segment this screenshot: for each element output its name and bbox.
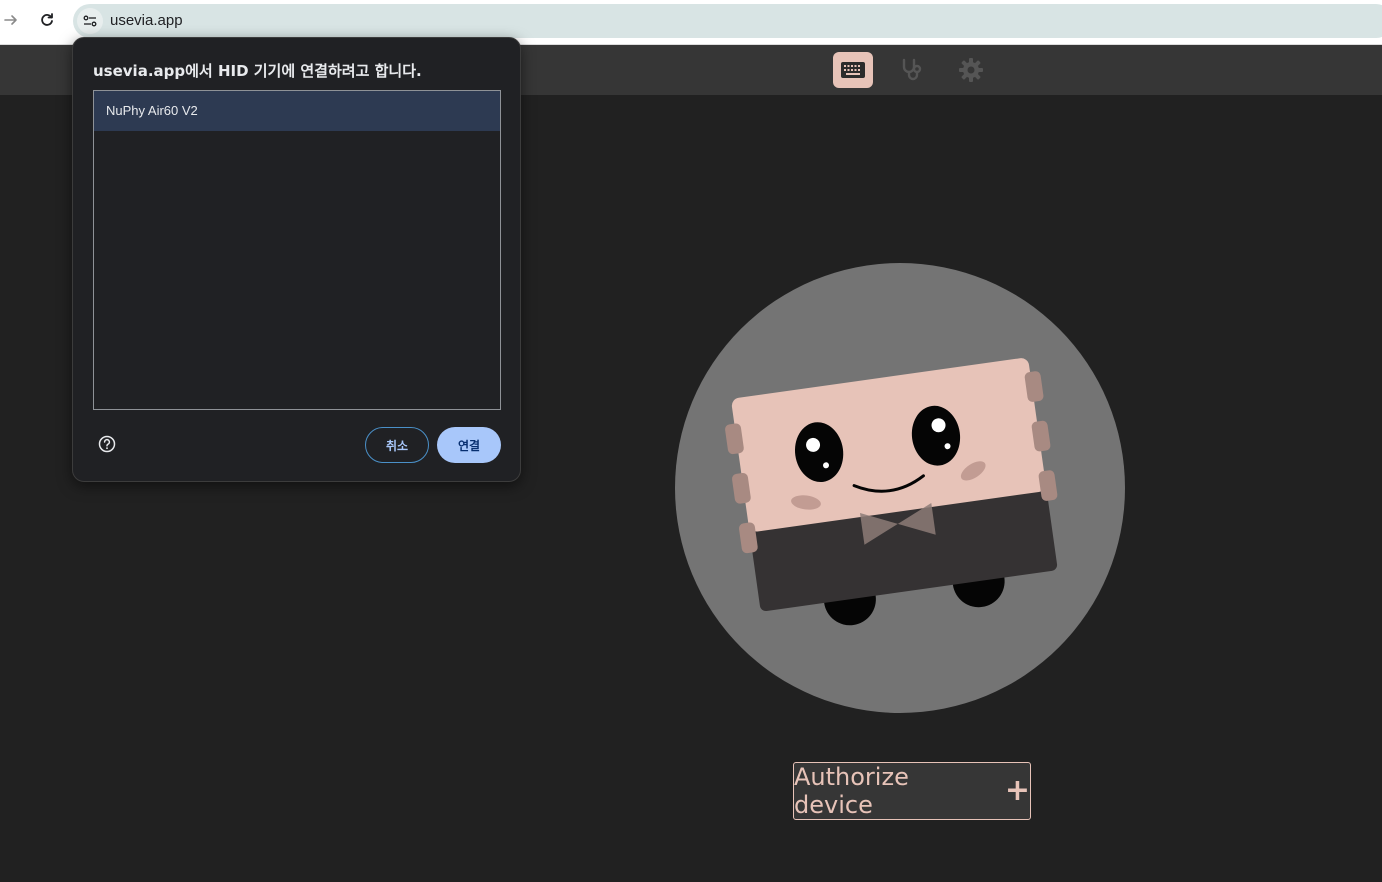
address-bar[interactable]: usevia.app — [73, 4, 1382, 38]
reload-icon[interactable] — [35, 8, 59, 32]
keyboard-mascot-illustration — [674, 262, 1126, 714]
forward-arrow-icon[interactable] — [0, 8, 23, 32]
authorize-device-button[interactable]: Authorize device + — [793, 762, 1031, 820]
hid-permission-dialog: usevia.app에서 HID 기기에 연결하려고 합니다. NuPhy Ai… — [72, 37, 521, 482]
help-icon[interactable] — [97, 434, 117, 454]
gear-icon[interactable] — [951, 52, 991, 88]
dialog-title: usevia.app에서 HID 기기에 연결하려고 합니다. — [93, 62, 422, 80]
url-text[interactable]: usevia.app — [110, 12, 183, 30]
cancel-button[interactable]: 취소 — [365, 427, 429, 463]
plus-icon: + — [1004, 773, 1030, 808]
authorize-device-label: Authorize device — [794, 763, 909, 819]
device-list[interactable]: NuPhy Air60 V2 — [93, 90, 501, 410]
connect-button[interactable]: 연결 — [437, 427, 501, 463]
stethoscope-icon[interactable] — [892, 52, 932, 88]
device-list-item[interactable]: NuPhy Air60 V2 — [94, 91, 500, 131]
keyboard-icon[interactable] — [833, 52, 873, 88]
site-info-icon[interactable] — [77, 8, 103, 34]
